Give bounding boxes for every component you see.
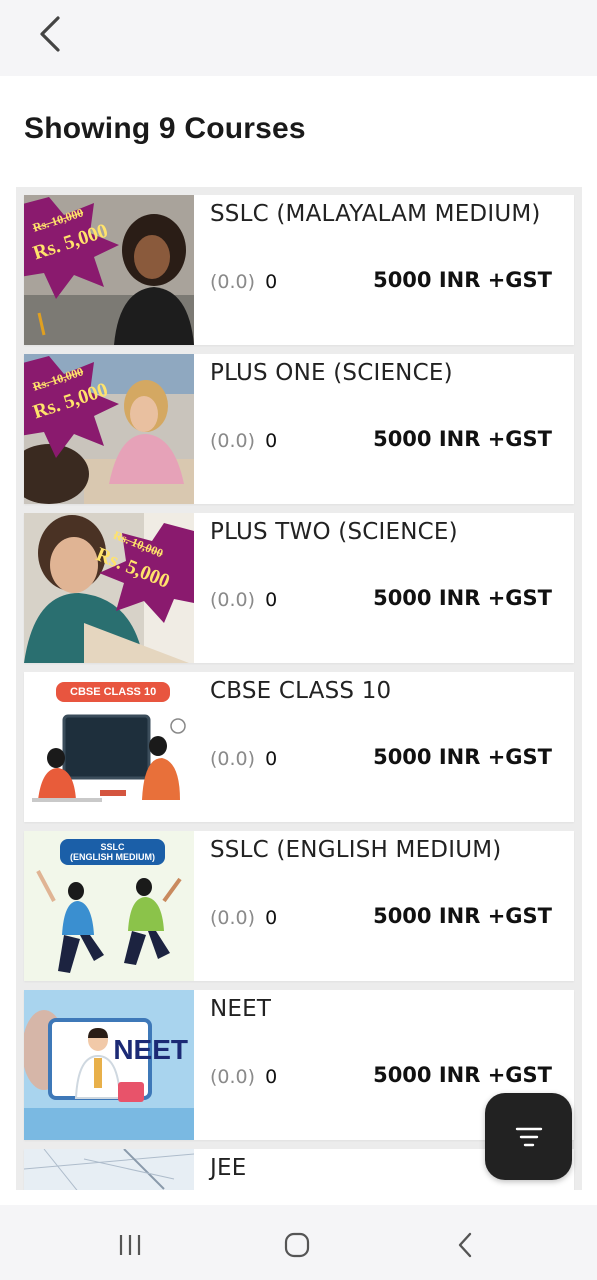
course-price: 5000 INR +GST — [373, 268, 552, 292]
course-title: JEE — [210, 1155, 247, 1181]
course-price: 5000 INR +GST — [373, 745, 552, 769]
course-info: CBSE CLASS 10 (0.0) 0 5000 INR +GST — [194, 672, 574, 822]
course-card[interactable]: Rs. 10,000 Rs. 5,000 PLUS ONE (SCIENCE) … — [24, 354, 574, 504]
rating-count: 0 — [265, 748, 278, 770]
rating-score: (0.0) — [210, 430, 256, 452]
page-title: Showing 9 Courses — [24, 112, 306, 145]
course-thumbnail: SSLC (ENGLISH MEDIUM) — [24, 831, 194, 981]
rating-score: (0.0) — [210, 1066, 256, 1088]
course-title: SSLC (ENGLISH MEDIUM) — [210, 837, 502, 863]
system-back-button[interactable] — [445, 1225, 485, 1265]
neet-label: NEET — [113, 1034, 188, 1065]
course-thumbnail — [24, 1149, 194, 1190]
rating-score: (0.0) — [210, 748, 256, 770]
course-rating: (0.0) 0 — [210, 748, 277, 770]
course-rating: (0.0) 0 — [210, 1066, 277, 1088]
course-price: 5000 INR +GST — [373, 1063, 552, 1087]
home-icon — [284, 1232, 310, 1258]
rating-score: (0.0) — [210, 589, 256, 611]
app-header — [0, 0, 597, 76]
course-rating: (0.0) 0 — [210, 589, 277, 611]
course-tag: SSLC (ENGLISH MEDIUM) — [60, 839, 165, 865]
rating-count: 0 — [265, 1066, 278, 1088]
course-title: PLUS TWO (SCIENCE) — [210, 519, 458, 545]
rating-score: (0.0) — [210, 907, 256, 929]
course-tag: CBSE CLASS 10 — [56, 682, 171, 702]
course-rating: (0.0) 0 — [210, 907, 277, 929]
rating-count: 0 — [265, 430, 278, 452]
rating-count: 0 — [265, 271, 278, 293]
course-thumbnail: Rs. 10,000 Rs. 5,000 — [24, 195, 194, 345]
course-info: PLUS TWO (SCIENCE) (0.0) 0 5000 INR +GST — [194, 513, 574, 663]
recents-button[interactable] — [110, 1225, 150, 1265]
course-title: CBSE CLASS 10 — [210, 678, 392, 704]
course-thumbnail: Rs. 10,000 Rs. 5,000 — [24, 354, 194, 504]
filter-button[interactable] — [485, 1093, 572, 1180]
filter-icon — [515, 1127, 542, 1146]
rating-count: 0 — [265, 907, 278, 929]
course-title: SSLC (MALAYALAM MEDIUM) — [210, 201, 541, 227]
course-info: SSLC (MALAYALAM MEDIUM) (0.0) 0 5000 INR… — [194, 195, 574, 345]
home-button[interactable] — [277, 1225, 317, 1265]
course-thumbnail: NEET — [24, 990, 194, 1140]
course-thumbnail: Rs. 10,000 Rs. 5,000 — [24, 513, 194, 663]
chevron-left-icon — [40, 16, 60, 52]
back-icon — [458, 1232, 472, 1258]
course-card[interactable]: CBSE CLASS 10 CBSE CLASS 10 (0.0) 0 5000… — [24, 672, 574, 822]
course-price: 5000 INR +GST — [373, 427, 552, 451]
course-title: NEET — [210, 996, 272, 1022]
course-info: PLUS ONE (SCIENCE) (0.0) 0 5000 INR +GST — [194, 354, 574, 504]
rating-count: 0 — [265, 589, 278, 611]
course-card[interactable]: Rs. 10,000 Rs. 5,000 PLUS TWO (SCIENCE) … — [24, 513, 574, 663]
course-rating: (0.0) 0 — [210, 430, 277, 452]
course-title: PLUS ONE (SCIENCE) — [210, 360, 453, 386]
course-info: SSLC (ENGLISH MEDIUM) (0.0) 0 5000 INR +… — [194, 831, 574, 981]
back-button[interactable] — [30, 12, 70, 56]
course-list[interactable]: Rs. 10,000 Rs. 5,000 SSLC (MALAYALAM MED… — [16, 187, 582, 1190]
course-thumbnail: CBSE CLASS 10 — [24, 672, 194, 822]
course-card[interactable]: SSLC (ENGLISH MEDIUM) SSLC (ENGLISH MEDI… — [24, 831, 574, 981]
course-price: 5000 INR +GST — [373, 904, 552, 928]
system-nav-bar — [0, 1205, 597, 1280]
course-price: 5000 INR +GST — [373, 586, 552, 610]
course-card[interactable]: Rs. 10,000 Rs. 5,000 SSLC (MALAYALAM MED… — [24, 195, 574, 345]
recents-icon — [119, 1235, 141, 1255]
course-rating: (0.0) 0 — [210, 271, 277, 293]
rating-score: (0.0) — [210, 271, 256, 293]
